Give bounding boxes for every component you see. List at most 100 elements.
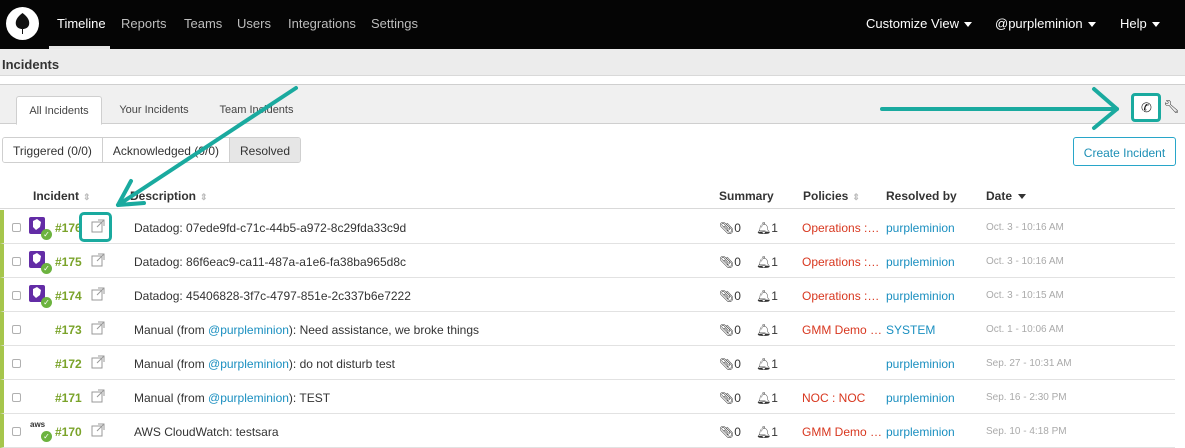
escalation-policy[interactable]: Operations :…	[802, 221, 882, 235]
escalation-policy[interactable]: GMM Demo …	[802, 425, 882, 439]
incident-date: Sep. 27 - 10:31 AM	[986, 358, 1072, 369]
resolved-by-user[interactable]: purpleminion	[886, 425, 955, 439]
external-link-icon[interactable]	[91, 321, 105, 335]
external-link-icon[interactable]	[91, 389, 105, 403]
customize-view-label: Customize View	[866, 16, 959, 31]
row-checkbox[interactable]	[12, 359, 21, 368]
col-incident[interactable]: Incident ⇕	[33, 189, 91, 203]
incident-description[interactable]: AWS CloudWatch: testsara	[134, 425, 279, 439]
row-checkbox[interactable]	[12, 223, 21, 232]
description-suffix: ): do not disturb test	[288, 357, 395, 371]
row-checkbox[interactable]	[12, 325, 21, 334]
caret-down-icon	[963, 22, 972, 28]
sort-desc-icon	[1018, 194, 1027, 200]
incident-number[interactable]: #171	[55, 391, 82, 405]
paperclip-icon: 📎︎	[719, 289, 735, 303]
description-user-link[interactable]: @purpleminion	[208, 323, 289, 337]
incident-number[interactable]: #175	[55, 255, 82, 269]
table-header: Incident ⇕ Description ⇕ Summary Policies ⇕…	[0, 180, 1175, 209]
escalation-policy[interactable]: Operations :…	[802, 289, 882, 303]
customize-view-menu[interactable]: Customize View	[866, 16, 972, 31]
incident-description[interactable]: Manual (from @purpleminion): TEST	[134, 391, 330, 405]
alert-count: 🔔︎1	[756, 323, 778, 337]
filter-resolved[interactable]: Resolved	[229, 138, 301, 162]
description-user-link[interactable]: @purpleminion	[208, 357, 289, 371]
nav-timeline[interactable]: Timeline	[57, 16, 106, 31]
external-link-icon[interactable]	[91, 287, 105, 301]
nav-teams[interactable]: Teams	[184, 16, 222, 31]
incident-number[interactable]: #174	[55, 289, 82, 303]
external-link-icon[interactable]	[91, 355, 105, 369]
attachment-count: 📎︎0	[719, 425, 741, 439]
resolved-by-user[interactable]: purpleminion	[886, 255, 955, 269]
row-checkbox[interactable]	[12, 393, 21, 402]
filter-acknowledged[interactable]: Acknowledged (0/0)	[102, 138, 230, 162]
paperclip-icon: 📎︎	[719, 221, 735, 235]
table-row[interactable]: ✓ #176 Datadog: 07ede9fd-c71c-44b5-a972-8c…	[0, 210, 1175, 244]
escalation-policy[interactable]: GMM Demo …	[802, 323, 882, 337]
row-checkbox[interactable]	[12, 291, 21, 300]
description-user-link[interactable]: @purpleminion	[208, 391, 289, 405]
escalation-policy[interactable]: NOC : NOC	[802, 391, 882, 405]
incident-description[interactable]: Datadog: 45406828-3f7c-4797-851e-2c337b6…	[134, 289, 411, 303]
resolved-by-user[interactable]: purpleminion	[886, 221, 955, 235]
phone-icon: ✆	[1141, 100, 1152, 115]
caret-down-icon	[1087, 22, 1096, 28]
help-menu[interactable]: Help	[1120, 16, 1160, 31]
filter-triggered[interactable]: Triggered (0/0)	[3, 138, 103, 162]
col-policies[interactable]: Policies ⇕	[803, 189, 860, 203]
help-menu-label: Help	[1120, 16, 1147, 31]
nav-settings[interactable]: Settings	[371, 16, 418, 31]
leaf-logo-icon[interactable]	[6, 7, 39, 40]
col-description[interactable]: Description ⇕	[130, 189, 208, 203]
resolved-by-user[interactable]: SYSTEM	[886, 323, 935, 337]
table-row[interactable]: #172 Manual (from @purpleminion): do not …	[0, 346, 1175, 380]
description-prefix: Manual (from	[134, 391, 209, 405]
attachment-count-value: 0	[734, 255, 741, 269]
row-checkbox[interactable]	[12, 427, 21, 436]
table-row[interactable]: #173 Manual (from @purpleminion): Need as…	[0, 312, 1175, 346]
attachment-count: 📎︎0	[719, 221, 741, 235]
resolved-by-user[interactable]: purpleminion	[886, 357, 955, 371]
incident-description[interactable]: Datadog: 07ede9fd-c71c-44b5-a972-8c29fda…	[134, 221, 406, 235]
incident-description[interactable]: Manual (from @purpleminion): do not dist…	[134, 357, 395, 371]
external-link-icon[interactable]	[91, 253, 105, 267]
tab-all-incidents[interactable]: All Incidents	[16, 96, 102, 125]
incident-number[interactable]: #170	[55, 425, 82, 439]
description-prefix: Manual (from	[134, 357, 209, 371]
col-date[interactable]: Date	[986, 189, 1027, 203]
caret-down-icon	[1151, 22, 1160, 28]
nav-reports[interactable]: Reports	[121, 16, 167, 31]
wrench-icon[interactable]: 🔧︎	[1163, 99, 1180, 115]
col-date-label: Date	[986, 189, 1013, 203]
table-row[interactable]: aws ✓ #170 AWS CloudWatch: testsara 📎︎0 🔔︎1 GM…	[0, 414, 1175, 448]
escalation-policy[interactable]: Operations :…	[802, 255, 882, 269]
incident-number[interactable]: #172	[55, 357, 82, 371]
row-checkbox[interactable]	[12, 257, 21, 266]
nav-integrations[interactable]: Integrations	[288, 16, 356, 31]
create-incident-button[interactable]: Create Incident	[1073, 137, 1176, 166]
alert-count: 🔔︎1	[756, 425, 778, 439]
tab-team-incidents[interactable]: Team Incidents	[209, 96, 304, 125]
resolved-by-user[interactable]: purpleminion	[886, 289, 955, 303]
user-menu[interactable]: @purpleminion	[995, 16, 1096, 31]
table-row[interactable]: ✓ #174 Datadog: 45406828-3f7c-4797-851e-2c…	[0, 278, 1175, 312]
incident-number[interactable]: #176	[55, 221, 82, 235]
description-suffix: ): TEST	[288, 391, 331, 405]
incident-description[interactable]: Manual (from @purpleminion): Need assist…	[134, 323, 479, 337]
incident-date: Oct. 3 - 10:15 AM	[986, 290, 1064, 301]
alert-count: 🔔︎1	[756, 255, 778, 269]
table-row[interactable]: #171 Manual (from @purpleminion): TEST 📎︎0…	[0, 380, 1175, 414]
col-policies-label: Policies	[803, 189, 849, 203]
nav-users[interactable]: Users	[237, 16, 271, 31]
incident-description[interactable]: Datadog: 86f6eac9-ca11-487a-a1e6-fa38ba9…	[134, 255, 406, 269]
alert-count-value: 1	[771, 289, 778, 303]
incident-number[interactable]: #173	[55, 323, 82, 337]
phone-button[interactable]: ✆	[1131, 93, 1161, 122]
table-row[interactable]: ✓ #175 Datadog: 86f6eac9-ca11-487a-a1e6-fa…	[0, 244, 1175, 278]
resolved-by-user[interactable]: purpleminion	[886, 391, 955, 405]
bell-icon: 🔔︎	[756, 255, 772, 269]
external-link-icon[interactable]	[91, 423, 105, 437]
col-incident-label: Incident	[33, 189, 80, 203]
tab-your-incidents[interactable]: Your Incidents	[109, 96, 199, 125]
